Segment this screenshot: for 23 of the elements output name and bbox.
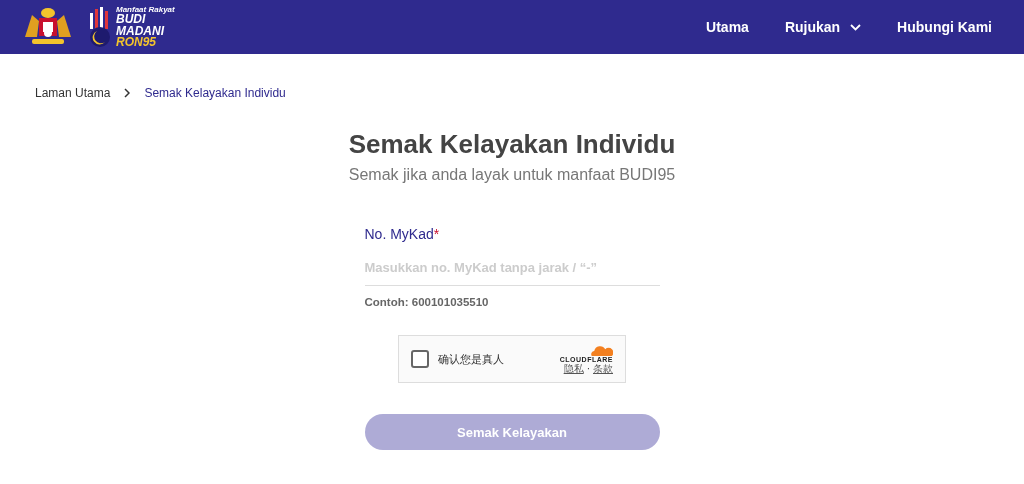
field-label: No. MyKad* — [364, 226, 441, 242]
captcha-label: 确认您是真人 — [438, 351, 505, 367]
nav-link[interactable]: Utama — [706, 19, 749, 35]
logo-text: BUDI — [116, 14, 146, 26]
chevron-right-icon — [124, 88, 131, 98]
logo-text: MADANI — [116, 25, 166, 37]
breadcrumb-link[interactable]: Laman Utama — [35, 86, 111, 100]
cloud-icon — [589, 344, 613, 356]
breadcrumb-link[interactable]: Semak Kelayakan Individu — [144, 86, 286, 100]
privacy-link[interactable]: 隐私 — [563, 362, 584, 374]
chevron-down-icon — [850, 23, 862, 31]
logo-text: RON95 — [116, 37, 157, 49]
terms-link[interactable]: 条款 — [593, 362, 613, 374]
nav-link[interactable]: Rujukan — [784, 19, 862, 35]
logo-tagline: Manfaat Rakyat — [116, 5, 175, 14]
page-subtitle: Semak jika anda layak untuk manfaat BUDI95 — [347, 166, 677, 184]
hand-logo-icon — [88, 7, 112, 47]
page-title: Semak Kelayakan Individu — [347, 128, 677, 160]
field-hint: Contoh: 600101035510 — [364, 296, 490, 308]
nav-link[interactable]: Hubungi Kami — [897, 19, 992, 35]
captcha-checkbox[interactable] — [411, 350, 429, 368]
separator-dot: · — [586, 362, 590, 374]
coat-of-arms-icon — [22, 7, 74, 47]
